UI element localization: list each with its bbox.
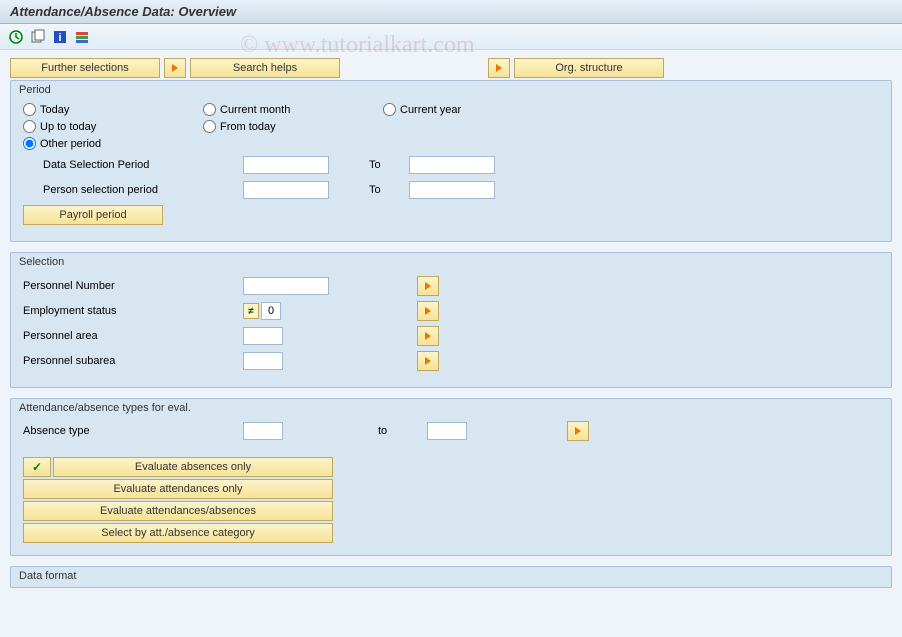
select-category-button[interactable]: Select by att./absence category [23, 523, 333, 543]
person-selection-to-input[interactable] [409, 181, 495, 199]
further-selections-button[interactable]: Further selections [10, 58, 160, 78]
radio-from-today-input[interactable] [203, 120, 216, 133]
radio-current-month[interactable]: Current month [203, 103, 383, 116]
org-structure-button[interactable]: Org. structure [514, 58, 664, 78]
org-structure-expand-button[interactable] [488, 58, 510, 78]
arrow-right-icon [425, 332, 431, 340]
top-button-row: Further selections Search helps Org. str… [10, 58, 892, 78]
data-format-group: Data format [10, 566, 892, 588]
list-icon[interactable] [74, 29, 90, 45]
eval-both-button[interactable]: Evaluate attendances/absences [23, 501, 333, 521]
arrow-right-icon [575, 427, 581, 435]
absence-type-from-input[interactable] [243, 422, 283, 440]
data-selection-label: Data Selection Period [23, 159, 243, 171]
radio-current-month-label: Current month [220, 104, 290, 116]
personnel-number-label: Personnel Number [23, 280, 243, 292]
person-selection-label: Person selection period [23, 184, 243, 196]
radio-current-year-label: Current year [400, 104, 461, 116]
toolbar: i [0, 24, 902, 50]
arrow-right-icon [425, 307, 431, 315]
radio-current-year[interactable]: Current year [383, 103, 563, 116]
payroll-period-button[interactable]: Payroll period [23, 205, 163, 225]
personnel-area-label: Personnel area [23, 330, 243, 342]
eval-absences-button[interactable]: Evaluate absences only [53, 457, 333, 477]
personnel-area-input[interactable] [243, 327, 283, 345]
search-helps-expand-button[interactable] [164, 58, 186, 78]
absence-type-to-label: to [378, 425, 387, 437]
radio-today[interactable]: Today [23, 103, 203, 116]
radio-up-to-today-input[interactable] [23, 120, 36, 133]
personnel-subarea-input[interactable] [243, 352, 283, 370]
radio-current-year-input[interactable] [383, 103, 396, 116]
employment-status-label: Employment status [23, 305, 243, 317]
radio-from-today[interactable]: From today [203, 120, 383, 133]
selection-group-title: Selection [11, 253, 891, 271]
employment-status-input[interactable] [261, 302, 281, 320]
attendance-types-group: Attendance/absence types for eval. Absen… [10, 398, 892, 556]
data-to-label: To [349, 159, 409, 171]
eval-attendances-button[interactable]: Evaluate attendances only [23, 479, 333, 499]
absence-type-to-input[interactable] [427, 422, 467, 440]
radio-today-input[interactable] [23, 103, 36, 116]
arrow-right-icon [425, 357, 431, 365]
arrow-right-icon [425, 282, 431, 290]
absence-type-multi-button[interactable] [567, 421, 589, 441]
radio-other-period[interactable]: Other period [23, 137, 203, 150]
variant-icon[interactable] [30, 29, 46, 45]
person-selection-from-input[interactable] [243, 181, 329, 199]
page-title: Attendance/Absence Data: Overview [10, 4, 892, 19]
period-group-title: Period [11, 81, 891, 99]
person-to-label: To [349, 184, 409, 196]
eval-absences-check-button[interactable]: ✓ [23, 457, 51, 477]
absence-type-label: Absence type [23, 425, 243, 437]
execute-icon[interactable] [8, 29, 24, 45]
search-helps-button[interactable]: Search helps [190, 58, 340, 78]
title-bar: Attendance/Absence Data: Overview [0, 0, 902, 24]
radio-other-period-input[interactable] [23, 137, 36, 150]
personnel-area-multi-button[interactable] [417, 326, 439, 346]
data-format-title: Data format [11, 567, 891, 585]
radio-today-label: Today [40, 104, 69, 116]
personnel-number-multi-button[interactable] [417, 276, 439, 296]
svg-text:i: i [58, 32, 61, 44]
radio-other-period-label: Other period [40, 138, 101, 150]
arrow-right-icon [172, 64, 178, 72]
employment-status-multi-button[interactable] [417, 301, 439, 321]
personnel-number-input[interactable] [243, 277, 329, 295]
attendance-types-title: Attendance/absence types for eval. [11, 399, 891, 417]
not-equal-icon[interactable]: ≠ [243, 303, 259, 319]
radio-current-month-input[interactable] [203, 103, 216, 116]
arrow-right-icon [496, 64, 502, 72]
checkmark-icon: ✓ [32, 460, 42, 474]
content-area: Further selections Search helps Org. str… [0, 50, 902, 637]
radio-up-to-today[interactable]: Up to today [23, 120, 203, 133]
data-selection-to-input[interactable] [409, 156, 495, 174]
period-group: Period Today Current month Current year [10, 80, 892, 242]
radio-from-today-label: From today [220, 121, 276, 133]
info-icon[interactable]: i [52, 29, 68, 45]
personnel-subarea-multi-button[interactable] [417, 351, 439, 371]
radio-up-to-today-label: Up to today [40, 121, 96, 133]
data-selection-from-input[interactable] [243, 156, 329, 174]
selection-group: Selection Personnel Number Employment st… [10, 252, 892, 388]
personnel-subarea-label: Personnel subarea [23, 355, 243, 367]
